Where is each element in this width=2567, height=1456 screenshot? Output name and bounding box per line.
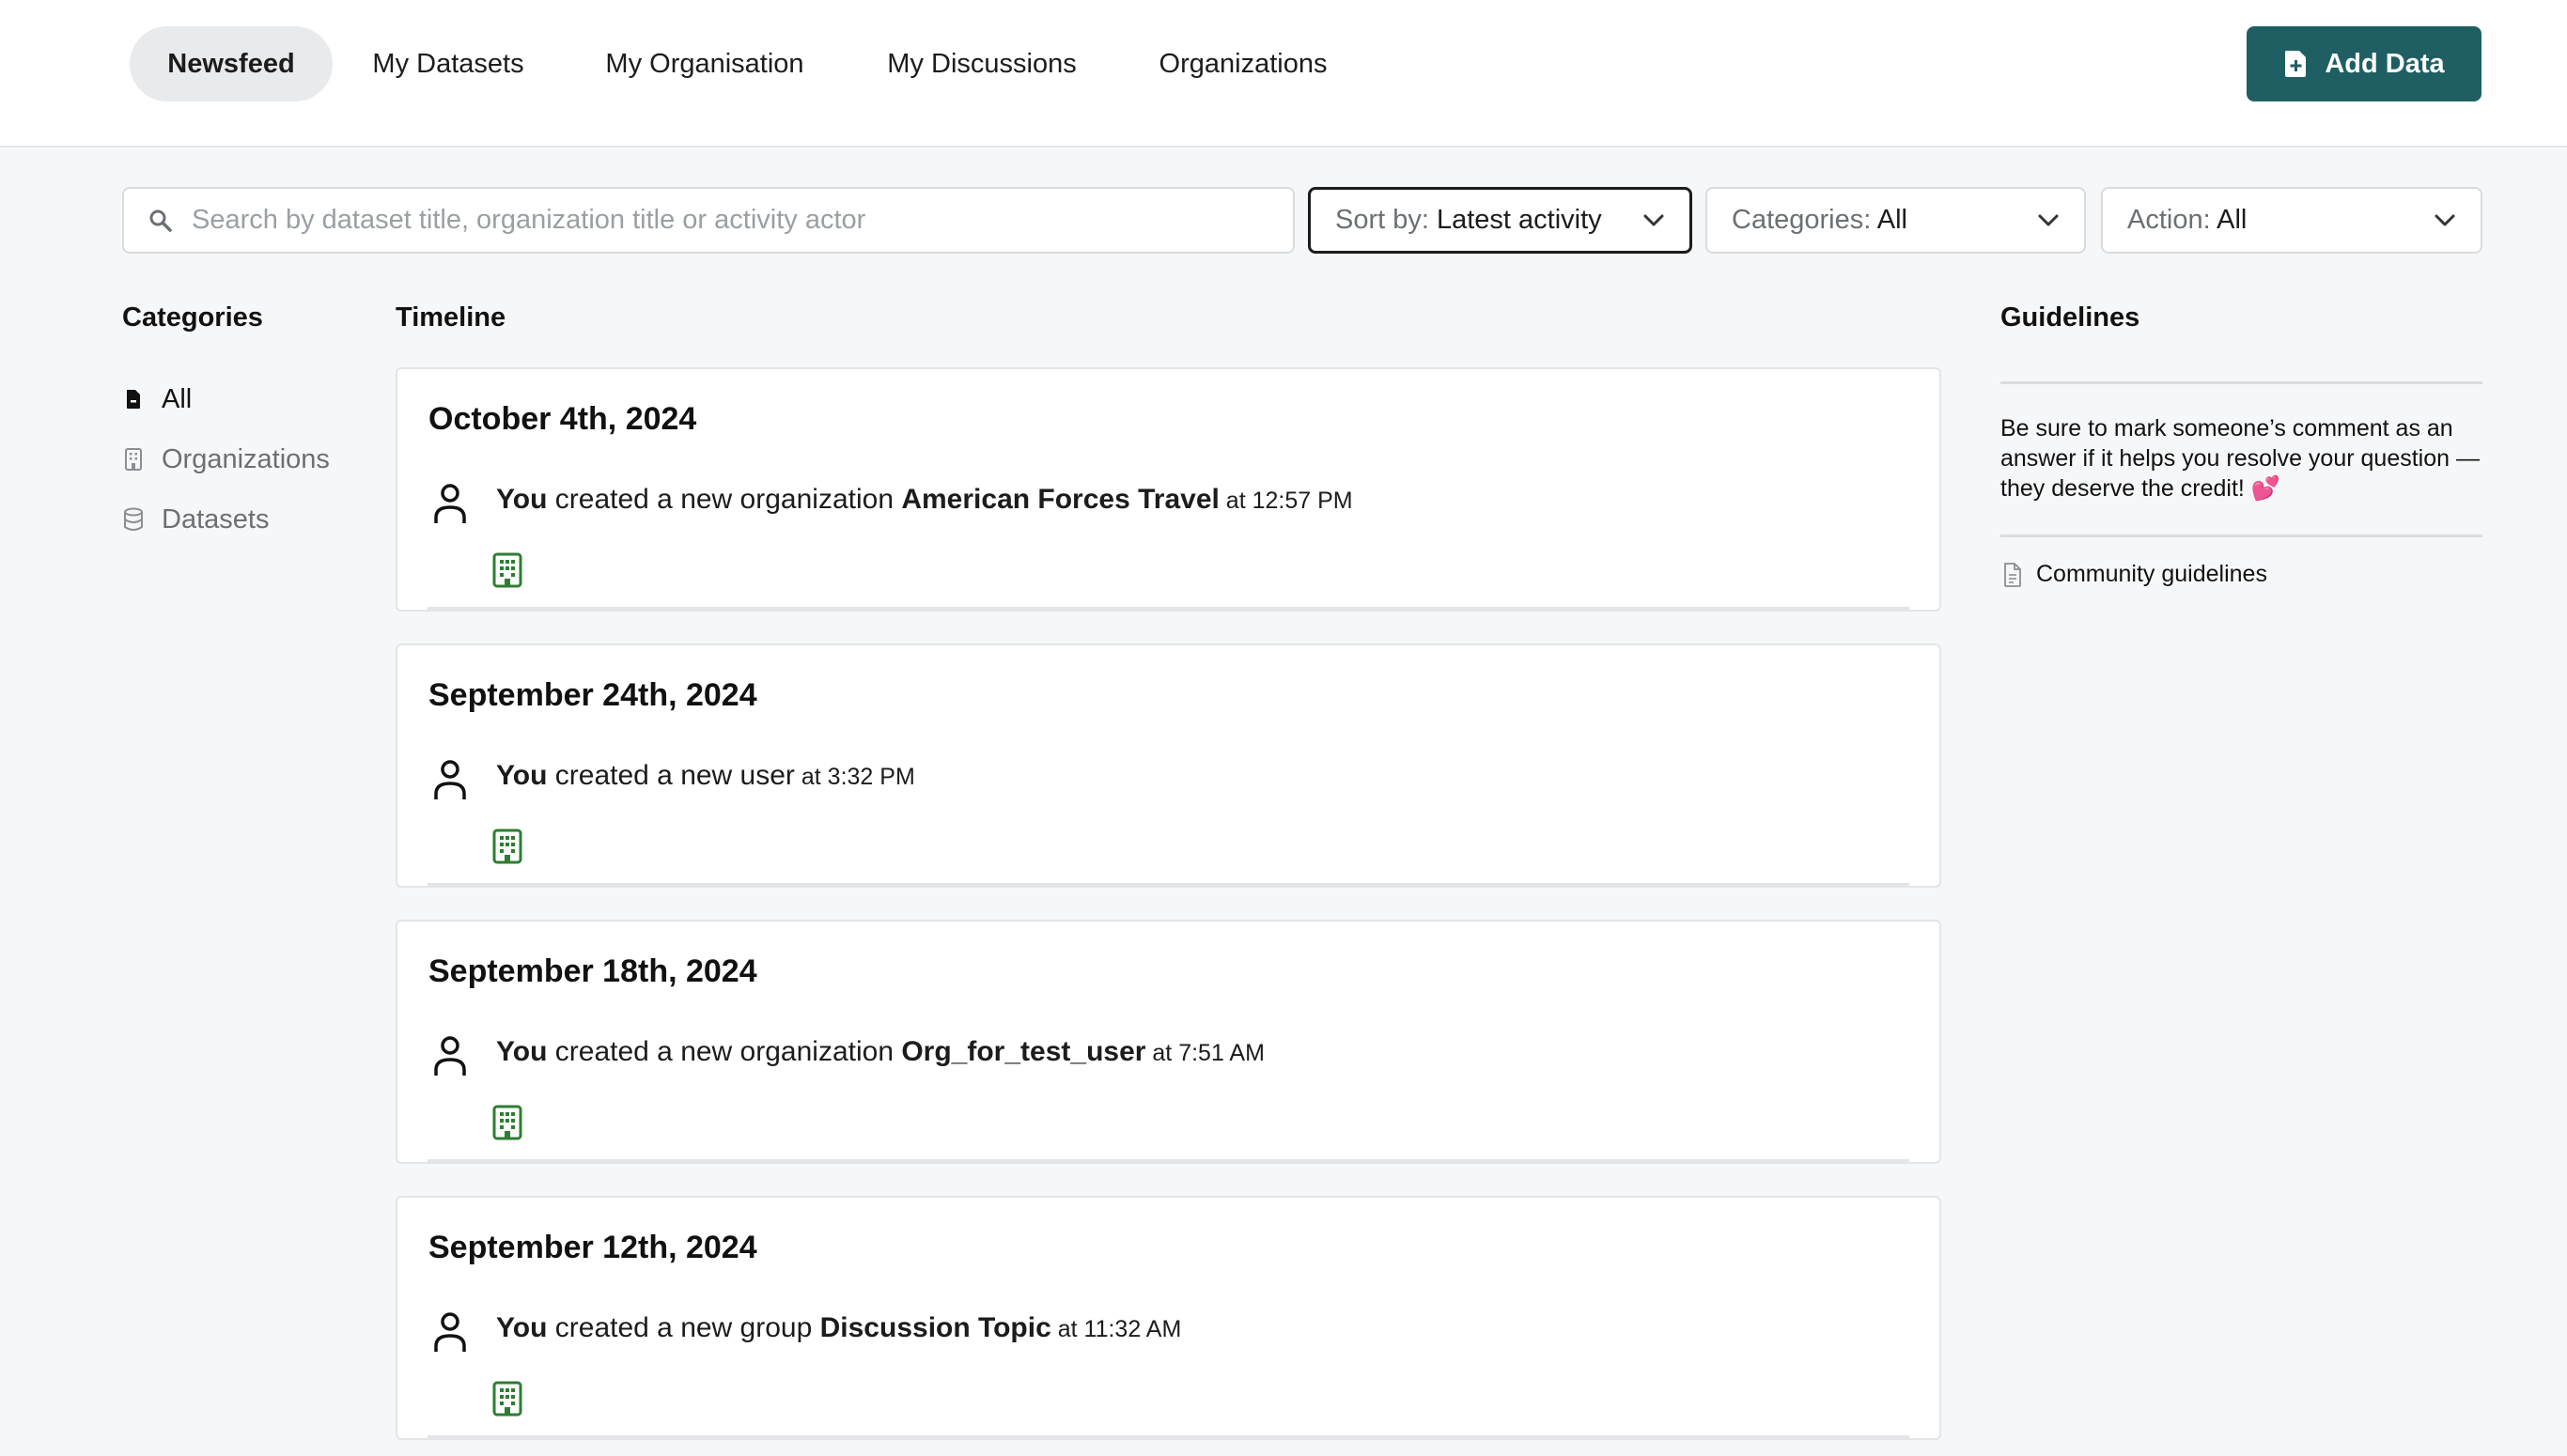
tab-organizations[interactable]: Organizations — [1118, 26, 1368, 101]
category-datasets[interactable]: Datasets — [122, 501, 269, 538]
sort-select[interactable]: Sort by: Latest activity — [1308, 187, 1692, 254]
database-icon — [124, 507, 143, 531]
timeline-card: October 4th, 2024 You created a new orga… — [396, 367, 1941, 612]
timeline-card: September 12th, 2024 You created a new g… — [396, 1196, 1941, 1440]
card-divider — [428, 883, 1909, 886]
guidelines-heading: Guidelines — [2000, 302, 2140, 333]
community-guidelines-link[interactable]: Community guidelines — [2002, 561, 2267, 588]
timeline-date: October 4th, 2024 — [428, 401, 697, 437]
activity-object[interactable]: Discussion Topic — [820, 1312, 1051, 1343]
tab-my-organisation[interactable]: My Organisation — [564, 26, 846, 101]
user-icon — [434, 760, 466, 799]
card-divider — [428, 1435, 1909, 1438]
building-icon — [492, 1381, 522, 1417]
activity-actor: You — [496, 1036, 548, 1067]
divider — [2000, 534, 2482, 537]
add-data-button[interactable]: Add Data — [2247, 26, 2481, 101]
file-plus-icon — [2285, 51, 2307, 77]
building-icon — [492, 1105, 522, 1140]
timeline-date: September 12th, 2024 — [428, 1230, 757, 1265]
search-box — [122, 187, 1295, 254]
action-select-value: All — [2210, 205, 2248, 235]
activity-text: You created a new group Discussion Topic… — [496, 1312, 1181, 1344]
activity-time: at 7:51 AM — [1145, 1040, 1265, 1066]
activity-action: created a new user — [547, 760, 795, 791]
file-icon — [127, 390, 140, 409]
action-select-label: Action: — [2127, 205, 2211, 235]
sort-text: Sort by: Latest activity — [1335, 205, 1602, 236]
sort-value: Latest activity — [1428, 205, 1602, 235]
tab-my-discussions[interactable]: My Discussions — [846, 26, 1118, 101]
activity-text: You created a new organization American … — [496, 484, 1353, 516]
search-icon — [149, 209, 172, 232]
add-data-label: Add Data — [2325, 48, 2445, 79]
activity-object[interactable]: American Forces Travel — [901, 484, 1220, 515]
chevron-down-icon — [2038, 214, 2059, 225]
category-label: Datasets — [162, 503, 270, 534]
activity-object[interactable]: Org_for_test_user — [901, 1036, 1145, 1067]
community-guidelines-label: Community guidelines — [2036, 561, 2267, 587]
sort-label: Sort by: — [1335, 205, 1429, 235]
tab-my-datasets[interactable]: My Datasets — [333, 26, 564, 101]
activity-text: You created a new user at 3:32 PM — [496, 760, 915, 792]
chevron-down-icon — [2435, 214, 2455, 225]
tab-newsfeed[interactable]: Newsfeed — [130, 26, 333, 101]
action-select[interactable]: Action: All — [2101, 187, 2482, 254]
categories-select-value: All — [1871, 205, 1907, 235]
timeline-card: September 24th, 2024 You created a new u… — [396, 643, 1941, 888]
chevron-down-icon — [1643, 214, 1664, 225]
activity-action: created a new organization — [547, 1036, 902, 1067]
activity-actor: You — [496, 484, 548, 515]
action-select-text: Action: All — [2127, 205, 2247, 236]
activity-action: created a new organization — [547, 484, 902, 515]
categories-select[interactable]: Categories: All — [1705, 187, 2086, 254]
building-icon — [492, 829, 522, 864]
timeline-date: September 18th, 2024 — [428, 953, 757, 989]
card-divider — [428, 607, 1909, 610]
card-divider — [428, 1159, 1909, 1162]
activity-actor: You — [496, 760, 548, 791]
user-icon — [434, 1036, 466, 1076]
top-navigation: Newsfeed My Datasets My Organisation My … — [0, 0, 2567, 147]
categories-select-label: Categories: — [1732, 205, 1872, 235]
categories-heading: Categories — [122, 302, 263, 333]
user-icon — [434, 1312, 466, 1352]
categories-select-text: Categories: All — [1732, 205, 1907, 236]
divider — [2000, 381, 2482, 384]
timeline-card: September 18th, 2024 You created a new o… — [396, 920, 1941, 1164]
category-label: Organizations — [162, 443, 330, 474]
building-icon — [492, 552, 522, 588]
activity-time: at 11:32 AM — [1050, 1316, 1182, 1342]
document-icon — [2004, 562, 2021, 587]
building-icon — [125, 448, 142, 471]
timeline-heading: Timeline — [396, 302, 506, 333]
activity-action: created a new group — [547, 1312, 820, 1343]
category-organizations[interactable]: Organizations — [122, 441, 330, 478]
search-input[interactable] — [192, 205, 1244, 236]
activity-time: at 3:32 PM — [794, 764, 915, 790]
timeline-date: September 24th, 2024 — [428, 677, 757, 713]
guidelines-text: Be sure to mark someone’s comment as an … — [2000, 415, 2480, 502]
activity-time: at 12:57 PM — [1219, 488, 1353, 514]
user-icon — [434, 484, 466, 523]
activity-text: You created a new organization Org_for_t… — [496, 1036, 1265, 1068]
category-label: All — [162, 383, 193, 414]
activity-actor: You — [496, 1312, 548, 1343]
category-all[interactable]: All — [122, 380, 192, 418]
